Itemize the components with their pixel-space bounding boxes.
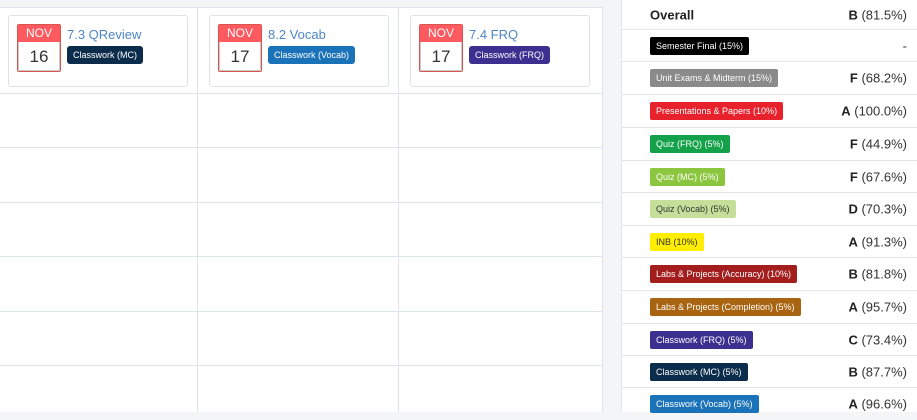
grade-letter: A (848, 234, 858, 249)
grade-letter: A (848, 396, 858, 412)
assignment-title-link[interactable]: 8.2 Vocab (268, 27, 326, 42)
grade-percent: - (902, 38, 907, 53)
category-badge: Quiz (FRQ) (5%) (650, 135, 730, 153)
assignment-title-link[interactable]: 7.3 QReview (67, 27, 141, 42)
grade-letter: C (848, 332, 858, 347)
category-grade: - (903, 38, 907, 53)
category-badge: Classwork (FRQ) (5%) (650, 330, 753, 349)
category-grade: B (87.7%) (848, 364, 907, 379)
grade-percent: (81.8%) (861, 266, 907, 282)
grade-percent: (96.6%) (861, 396, 907, 412)
overall-grade: B (81.5%) (848, 7, 907, 22)
category-badge: Quiz (MC) (5%) (650, 167, 725, 186)
date-day: 16 (18, 42, 60, 71)
grade-letter: B (848, 7, 858, 22)
grade-letter: F (849, 70, 858, 86)
category-grade: A (96.6%) (848, 397, 907, 412)
category-row: Quiz (MC) (5%) F (67.6%) (622, 161, 917, 193)
grid-divider (398, 8, 399, 412)
assignment-category-tag: Classwork (Vocab) (268, 46, 356, 64)
grid-divider (0, 93, 602, 94)
grade-percent: (100.0%) (854, 103, 907, 119)
date-month: NOV (18, 25, 60, 42)
date-month: NOV (219, 25, 261, 42)
grade-percent: (68.2%) (861, 70, 907, 86)
category-grade: C (73.4%) (848, 332, 907, 347)
category-badge: Classwork (Vocab) (5%) (650, 395, 759, 413)
category-badge: Labs & Projects (Completion) (5%) (650, 298, 801, 316)
category-grade: F (67.6%) (850, 169, 907, 184)
category-badge: Presentations & Papers (10%) (650, 102, 784, 120)
category-row: Presentations & Papers (10%) A (100.0%) (622, 95, 917, 128)
category-row: Classwork (MC) (5%) B (87.7%) (622, 356, 917, 388)
overall-label: Overall (650, 7, 695, 22)
category-row: Labs & Projects (Accuracy) (10%) B (81.8… (622, 258, 917, 291)
category-row: Semester Final (15%) - (622, 30, 917, 62)
category-row: Labs & Projects (Completion) (5%) A (95.… (622, 291, 917, 324)
grade-percent: (87.7%) (861, 364, 907, 379)
category-row: Classwork (FRQ) (5%) C (73.4%) (622, 324, 917, 356)
grade-percent: (70.3%) (861, 201, 907, 217)
grade-letter: D (848, 201, 858, 217)
grade-letter: A (848, 299, 858, 315)
category-row: Classwork (Vocab) (5%) A (96.6%) (622, 388, 917, 420)
date-badge: NOV 17 (419, 24, 463, 72)
date-month: NOV (420, 25, 462, 42)
category-grade: A (95.7%) (848, 300, 907, 315)
category-badge: Labs & Projects (Accuracy) (10%) (650, 265, 798, 283)
category-badge: Quiz (Vocab) (5%) (650, 200, 736, 218)
grade-percent: (44.9%) (861, 136, 907, 152)
category-grade: D (70.3%) (848, 202, 907, 217)
category-badge: INB (10%) (650, 232, 704, 251)
date-badge: NOV 17 (218, 24, 262, 72)
date-badge: NOV 16 (17, 24, 61, 72)
assignment-category-tag: Classwork (FRQ) (469, 46, 550, 64)
assignment-title-link[interactable]: 7.4 FRQ (469, 27, 518, 42)
grid-divider (0, 256, 602, 257)
category-row: Quiz (Vocab) (5%) D (70.3%) (622, 193, 917, 226)
grade-letter: B (848, 266, 858, 282)
category-grade: A (100.0%) (841, 104, 907, 119)
grid-divider (0, 202, 602, 203)
grid-divider (0, 147, 602, 148)
category-row: INB (10%) A (91.3%) (622, 226, 917, 258)
category-row: Unit Exams & Midterm (15%) F (68.2%) (622, 62, 917, 95)
grade-summary-panel: Overall B (81.5%) Semester Final (15%) -… (621, 0, 917, 413)
grade-percent: (73.4%) (861, 332, 907, 347)
grade-letter: A (841, 103, 851, 119)
grade-percent: (67.6%) (861, 169, 907, 184)
grade-letter: F (849, 169, 858, 184)
assignment-card[interactable]: NOV 17 7.4 FRQ Classwork (FRQ) (410, 15, 590, 87)
category-grade: A (91.3%) (848, 234, 907, 249)
grade-percent: (95.7%) (861, 299, 907, 315)
grade-percent: (81.5%) (861, 7, 907, 22)
grid-divider (0, 365, 602, 366)
grade-letter: B (848, 364, 858, 379)
category-badge: Semester Final (15%) (650, 36, 750, 55)
category-badge: Classwork (MC) (5%) (650, 362, 748, 381)
category-grade: F (68.2%) (850, 71, 907, 86)
date-day: 17 (219, 42, 261, 71)
date-day: 17 (420, 42, 462, 71)
category-badge: Unit Exams & Midterm (15%) (650, 69, 779, 87)
category-row: Quiz (FRQ) (5%) F (44.9%) (622, 128, 917, 161)
assignment-card[interactable]: NOV 17 8.2 Vocab Classwork (Vocab) (209, 15, 389, 87)
grid-divider (197, 8, 198, 412)
assignment-card[interactable]: NOV 16 7.3 QReview Classwork (MC) (8, 15, 188, 87)
assignment-category-tag: Classwork (MC) (67, 46, 143, 64)
grade-letter: F (849, 136, 858, 152)
calendar-grid: NOV 16 7.3 QReview Classwork (MC) NOV 17… (0, 7, 603, 412)
grid-divider (0, 311, 602, 312)
grade-percent: (91.3%) (861, 234, 907, 249)
overall-grade-row: Overall B (81.5%) (622, 0, 917, 30)
category-grade: B (81.8%) (848, 267, 907, 282)
category-grade: F (44.9%) (850, 137, 907, 152)
